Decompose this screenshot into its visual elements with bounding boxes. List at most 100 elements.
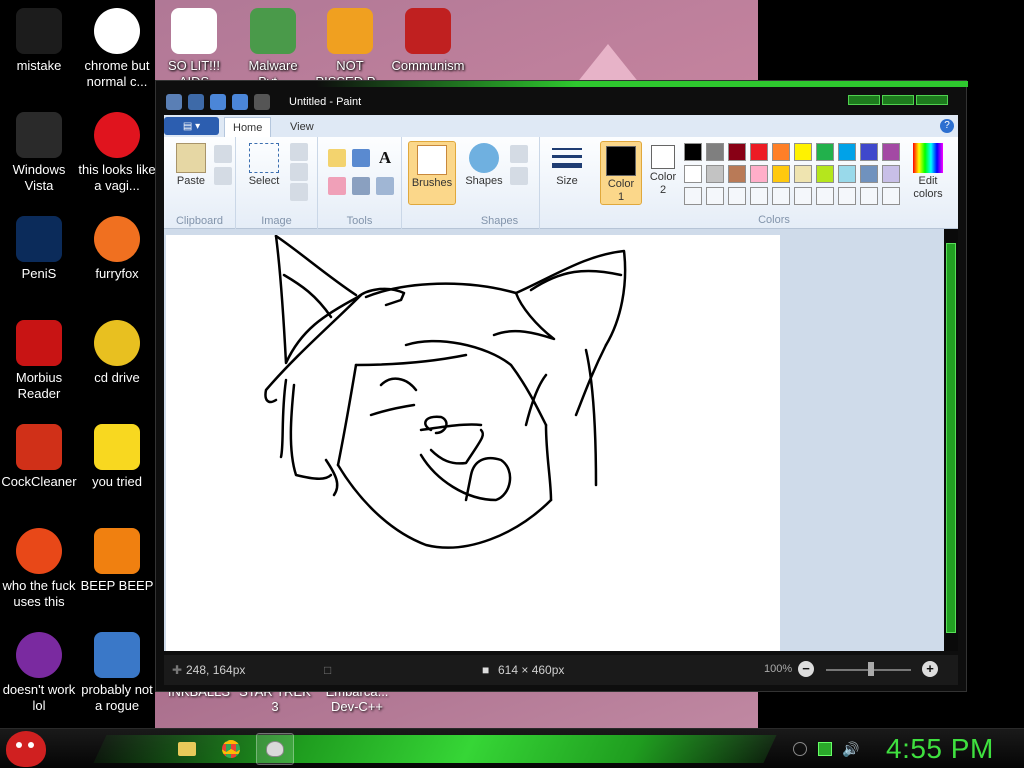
palette-swatch[interactable]: [750, 143, 768, 161]
text-tool-icon[interactable]: A: [376, 149, 394, 167]
color-picker-icon[interactable]: [352, 177, 370, 195]
fill-icon[interactable]: [352, 149, 370, 167]
select-label: Select: [248, 175, 280, 187]
rotate-icon[interactable]: [290, 183, 308, 201]
eraser-icon[interactable]: [328, 177, 346, 195]
palette-swatch[interactable]: [816, 187, 834, 205]
palette-swatch[interactable]: [750, 165, 768, 183]
drawing-canvas[interactable]: [166, 234, 780, 651]
palette-swatch[interactable]: [838, 143, 856, 161]
start-button[interactable]: [6, 731, 46, 767]
palette-swatch[interactable]: [772, 187, 790, 205]
customize-qat-icon[interactable]: [254, 94, 270, 110]
desktop-icon[interactable]: Morbius Reader: [0, 320, 78, 402]
palette-swatch[interactable]: [794, 187, 812, 205]
paint-app-icon[interactable]: [166, 94, 182, 110]
save-icon[interactable]: [188, 94, 204, 110]
palette-swatch[interactable]: [882, 143, 900, 161]
zoom-slider-thumb[interactable]: [868, 662, 874, 676]
palette-swatch[interactable]: [728, 187, 746, 205]
desktop-icon[interactable]: Malware Byt...: [234, 8, 312, 90]
copy-icon[interactable]: [214, 167, 232, 185]
palette-swatch[interactable]: [838, 165, 856, 183]
palette-swatch[interactable]: [860, 187, 878, 205]
recycle-bin-icon: [16, 112, 62, 158]
undo-icon[interactable]: [210, 94, 226, 110]
show-hidden-icons-icon[interactable]: [793, 742, 807, 756]
clock[interactable]: 4:55 PM: [886, 733, 994, 765]
desktop-icon[interactable]: furryfox: [78, 216, 156, 282]
desktop-icon-label: this looks like a vagi...: [78, 162, 156, 193]
desktop-icon[interactable]: NOT PISSED P...: [311, 8, 389, 90]
select-button[interactable]: Select: [244, 143, 284, 187]
zoom-in-button[interactable]: +: [922, 661, 938, 677]
size-button[interactable]: Size: [548, 143, 586, 187]
cut-icon[interactable]: [214, 145, 232, 163]
palette-swatch[interactable]: [772, 165, 790, 183]
palette-swatch[interactable]: [882, 187, 900, 205]
palette-swatch[interactable]: [860, 165, 878, 183]
resize-icon[interactable]: [290, 163, 308, 181]
desktop-icon[interactable]: PeniS: [0, 216, 78, 282]
minimize-button[interactable]: [848, 95, 880, 105]
desktop-icon[interactable]: cd drive: [78, 320, 156, 386]
palette-swatch[interactable]: [706, 143, 724, 161]
help-icon[interactable]: ?: [940, 119, 954, 133]
palette-swatch[interactable]: [882, 165, 900, 183]
tab-view[interactable]: View: [282, 117, 322, 137]
pencil-icon[interactable]: [328, 149, 346, 167]
desktop-icon[interactable]: who the fuck uses this: [0, 528, 78, 610]
brushes-button[interactable]: Brushes: [408, 141, 456, 205]
tab-home[interactable]: Home: [224, 117, 272, 137]
desktop-icon[interactable]: mistake: [0, 8, 78, 74]
network-icon[interactable]: [818, 742, 832, 756]
palette-swatch[interactable]: [772, 143, 790, 161]
shapes-icon: [469, 143, 499, 173]
taskbar-explorer-button[interactable]: [168, 733, 206, 765]
shapes-button[interactable]: Shapes: [464, 143, 504, 187]
palette-swatch[interactable]: [816, 165, 834, 183]
desktop-icon[interactable]: this looks like a vagi...: [78, 112, 156, 194]
desktop-icon[interactable]: CockCleaner: [0, 424, 78, 490]
paste-button[interactable]: Paste: [172, 143, 210, 187]
desktop-icon[interactable]: Communism: [389, 8, 467, 74]
maximize-button[interactable]: [882, 95, 914, 105]
palette-swatch[interactable]: [794, 165, 812, 183]
volume-icon[interactable]: 🔊: [842, 742, 859, 756]
palette-swatch[interactable]: [728, 143, 746, 161]
crop-icon[interactable]: [290, 143, 308, 161]
desktop-icon[interactable]: chrome but normal c...: [78, 8, 156, 90]
palette-swatch[interactable]: [794, 143, 812, 161]
fill-style-icon[interactable]: [510, 167, 528, 185]
desktop-icon[interactable]: probably not a rogue: [78, 632, 156, 714]
desktop-icon[interactable]: you tried: [78, 424, 156, 490]
edit-colors-button[interactable]: Edit colors: [908, 143, 948, 201]
palette-swatch[interactable]: [684, 187, 702, 205]
taskbar-chrome-button[interactable]: [212, 733, 250, 765]
magnifier-icon[interactable]: [376, 177, 394, 195]
cursor-position-icon: ✚: [172, 663, 183, 677]
palette-swatch[interactable]: [728, 165, 746, 183]
close-button[interactable]: [916, 95, 948, 105]
palette-swatch[interactable]: [838, 187, 856, 205]
palette-swatch[interactable]: [684, 165, 702, 183]
desktop-icon[interactable]: doesn't work lol: [0, 632, 78, 714]
palette-swatch[interactable]: [684, 143, 702, 161]
redo-icon[interactable]: [232, 94, 248, 110]
palette-swatch[interactable]: [750, 187, 768, 205]
desktop-icon[interactable]: Windows Vista: [0, 112, 78, 194]
palette-swatch[interactable]: [860, 143, 878, 161]
vertical-scrollbar[interactable]: [944, 229, 958, 651]
outline-icon[interactable]: [510, 145, 528, 163]
color1-button[interactable]: Color 1: [600, 141, 642, 205]
paint-menu-button[interactable]: ▤ ▾: [164, 117, 219, 135]
palette-swatch[interactable]: [706, 165, 724, 183]
palette-swatch[interactable]: [816, 143, 834, 161]
desktop-icon[interactable]: SO LIT!!! AIDS: [155, 8, 233, 90]
scrollbar-thumb[interactable]: [946, 243, 956, 633]
taskbar-paint-button[interactable]: [256, 733, 294, 765]
color2-button[interactable]: Color 2: [642, 145, 684, 197]
zoom-out-button[interactable]: −: [798, 661, 814, 677]
desktop-icon[interactable]: BEEP BEEP: [78, 528, 156, 594]
palette-swatch[interactable]: [706, 187, 724, 205]
